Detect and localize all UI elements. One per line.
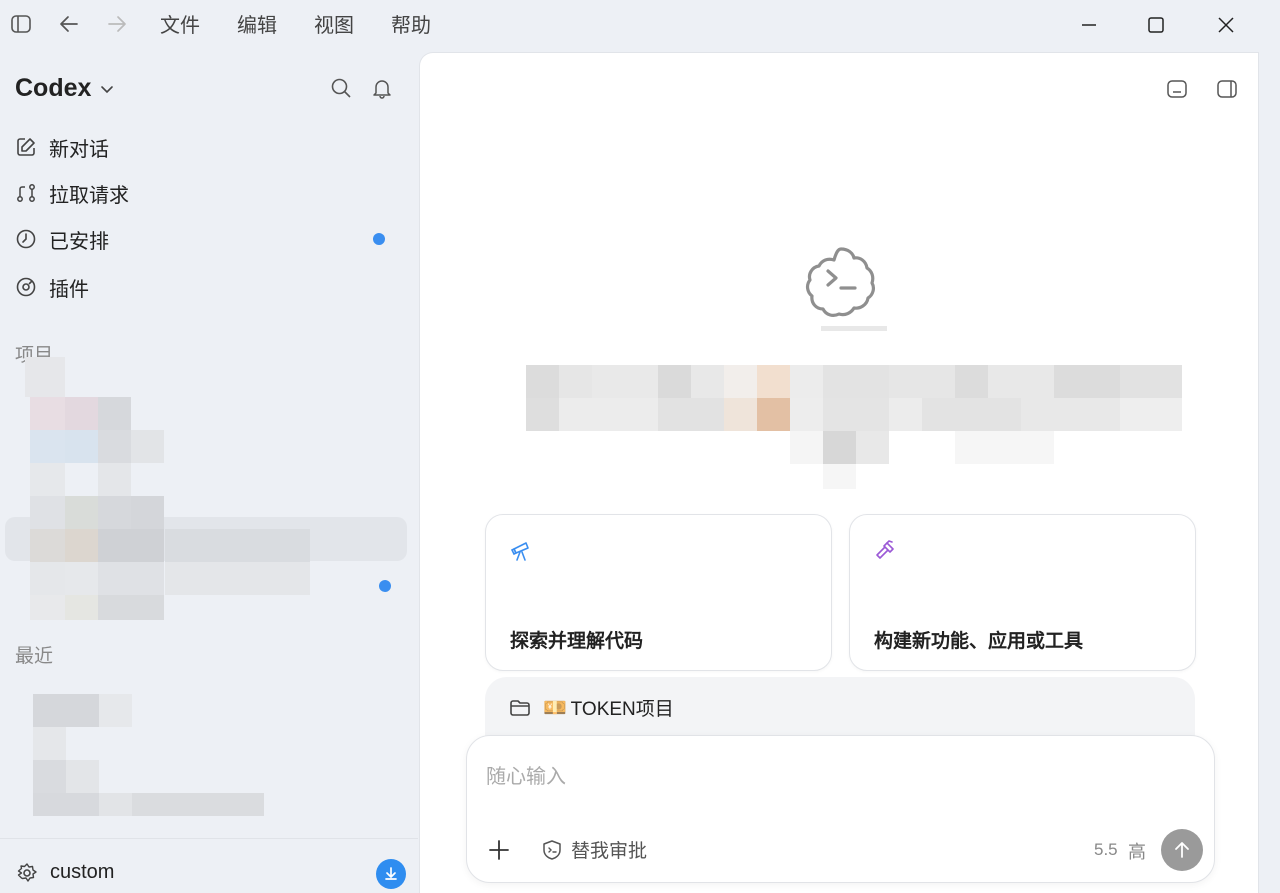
add-attachment-icon[interactable] xyxy=(487,838,511,862)
settings-label[interactable]: custom xyxy=(50,861,114,884)
redacted-recent-items xyxy=(25,676,305,816)
menu-view[interactable]: 视图 xyxy=(314,12,391,38)
nav-label: 拉取请求 xyxy=(49,182,129,207)
unread-dot xyxy=(379,580,391,592)
send-button[interactable] xyxy=(1161,829,1203,871)
terminal-toggle-icon[interactable] xyxy=(1166,78,1188,100)
nav-scheduled[interactable]: 已安排 xyxy=(15,221,405,257)
menu-file[interactable]: 文件 xyxy=(160,12,237,38)
sidebar-footer: custom xyxy=(0,838,418,893)
prompt-input[interactable]: 随心输入 xyxy=(486,760,566,789)
card-label: 探索并理解代码 xyxy=(510,630,644,652)
telescope-icon xyxy=(510,539,534,563)
pull-request-icon xyxy=(17,184,35,202)
close-icon[interactable] xyxy=(1211,10,1241,40)
hammer-icon xyxy=(874,539,898,563)
approval-label: 替我审批 xyxy=(571,840,648,862)
download-icon xyxy=(385,867,397,880)
nav-pull-requests[interactable]: 拉取请求 xyxy=(15,175,405,211)
redacted-heading xyxy=(526,323,1182,493)
back-icon[interactable] xyxy=(57,12,81,36)
model-selector[interactable]: 5.5 xyxy=(1094,840,1118,860)
menu-bar: 文件 编辑 视图 帮助 xyxy=(160,12,468,38)
minimize-icon[interactable] xyxy=(1074,10,1104,40)
project-name: 💴 TOKEN项目 xyxy=(543,694,674,721)
plugin-icon xyxy=(16,277,36,297)
chevron-down-icon xyxy=(101,85,114,93)
download-button[interactable] xyxy=(376,859,406,889)
project-label: TOKEN项目 xyxy=(570,699,674,720)
nav-label: 新对话 xyxy=(49,136,109,161)
suggestion-card-build[interactable]: 构建新功能、应用或工具 xyxy=(849,514,1196,671)
nav-plugins[interactable]: 插件 xyxy=(15,269,405,305)
workspace-switcher[interactable]: Codex xyxy=(15,74,115,103)
reasoning-level[interactable]: 高 xyxy=(1128,838,1146,864)
main-panel: 探索并理解代码 构建新功能、应用或工具 💴 TOKEN项目 随心输入 替我审批 … xyxy=(419,52,1259,893)
section-recent: 最近 xyxy=(15,645,54,667)
suggestion-card-explore[interactable]: 探索并理解代码 xyxy=(485,514,832,671)
shield-icon xyxy=(543,839,561,860)
unread-dot xyxy=(373,233,385,245)
search-icon[interactable] xyxy=(329,76,353,100)
nav-label: 插件 xyxy=(49,276,89,301)
forward-icon[interactable] xyxy=(105,12,129,36)
redacted-block xyxy=(165,529,310,562)
project-emoji: 💴 xyxy=(543,697,567,719)
approval-mode-button[interactable]: 替我审批 xyxy=(541,836,647,863)
folder-icon xyxy=(509,697,531,723)
edit-icon xyxy=(17,138,35,156)
maximize-icon[interactable] xyxy=(1141,10,1171,40)
redacted-project-names xyxy=(25,357,165,620)
nav-new-chat[interactable]: 新对话 xyxy=(15,129,405,165)
card-label: 构建新功能、应用或工具 xyxy=(874,630,1084,652)
right-panel-toggle-icon[interactable] xyxy=(1216,78,1238,100)
nav-label: 已安排 xyxy=(49,228,109,253)
bell-icon[interactable] xyxy=(370,76,394,100)
menu-edit[interactable]: 编辑 xyxy=(237,12,314,38)
title-bar: 文件 编辑 视图 帮助 xyxy=(0,0,1280,52)
clock-icon xyxy=(16,229,36,249)
codex-logo-icon xyxy=(803,243,879,319)
settings-icon[interactable] xyxy=(16,862,38,888)
arrow-up-icon xyxy=(1175,842,1189,858)
redacted-block xyxy=(165,562,310,595)
composer[interactable]: 随心输入 替我审批 5.5 高 xyxy=(466,735,1215,883)
sidebar-toggle-icon[interactable] xyxy=(9,12,33,36)
sidebar: Codex 新对话 拉取请求 已安排 插件 项目 最近 custom xyxy=(0,52,418,893)
menu-help[interactable]: 帮助 xyxy=(391,12,468,38)
brand-name: Codex xyxy=(15,74,92,102)
